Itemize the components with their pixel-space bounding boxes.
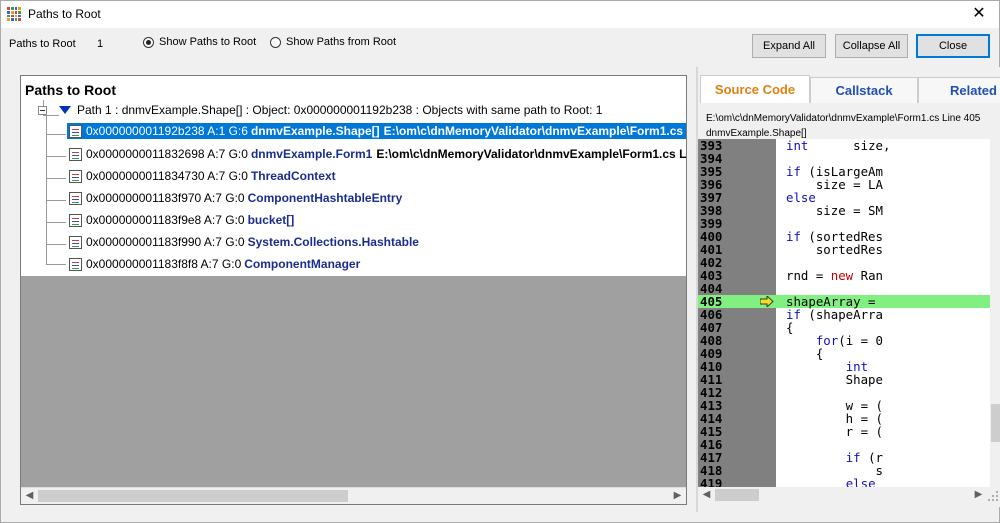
expand-all-button[interactable]: Expand All (752, 34, 826, 58)
radio-from-root-label: Show Paths from Root (286, 36, 397, 48)
scroll-left-icon[interactable]: ◀ (21, 490, 38, 501)
tree-row[interactable]: 0x0000000011832698 A:7 G:0 dnmvExample.F… (21, 144, 686, 166)
code-line: 393 int size, (698, 139, 990, 152)
code-line: 408 for(i = 0 (698, 334, 990, 347)
window-close-icon[interactable]: ✕ (969, 4, 989, 24)
radio-selected-icon (143, 36, 154, 48)
line-number: 419 (700, 476, 723, 487)
row-type: bucket[] (247, 213, 295, 227)
code-line: 396 size = LA (698, 178, 990, 191)
radio-show-paths-to-root[interactable]: Show Paths to Root (143, 36, 256, 48)
tab-callstack[interactable]: Callstack (810, 77, 918, 103)
tree-horizontal-scrollbar[interactable]: ◀ ▶ (21, 487, 686, 504)
expanded-triangle-icon (59, 106, 71, 114)
paths-tree: Path 1 : dnmvExample.Shape[] : Object: 0… (21, 100, 686, 276)
tree-row[interactable]: 0x000000001192b238 A:1 G:6 dnmvExample.S… (21, 122, 686, 144)
row-address: 0x000000001183f9e8 A:7 G:0 (86, 213, 245, 227)
code-text: rnd = new Ran (786, 268, 883, 283)
tree-path-node[interactable]: Path 1 : dnmvExample.Shape[] : Object: 0… (21, 100, 686, 122)
title-bar: Paths to Root ✕ (1, 1, 999, 28)
code-line: 403 rnd = new Ran (698, 269, 990, 282)
row-address: 0x0000000011832698 A:7 G:0 (86, 147, 248, 161)
row-file: E:\om\c\dnMemoryValidator\dnmvExample\Fo… (376, 147, 686, 161)
scrollbar-thumb[interactable] (715, 489, 759, 501)
code-text: sortedRes (786, 242, 883, 257)
paths-to-root-window: Paths to Root ✕ Paths to Root 1 Show Pat… (0, 0, 1000, 523)
object-node-icon (69, 169, 82, 183)
code-text: if (shapeArra (786, 307, 883, 322)
radio-to-root-label: Show Paths to Root (159, 36, 257, 48)
code-line: 406 if (shapeArra (698, 308, 990, 321)
row-type: ComponentManager (244, 257, 361, 271)
code-text: r = ( (786, 424, 883, 439)
row-address: 0x0000000011834730 A:7 G:0 (86, 169, 248, 183)
radio-show-paths-from-root[interactable]: Show Paths from Root (270, 36, 396, 48)
code-line: 401 sortedRes (698, 243, 990, 256)
row-type: ThreadContext (250, 169, 336, 183)
code-line: 398 size = SM (698, 204, 990, 217)
code-text: else (845, 476, 876, 487)
tree-header: Paths to Root (21, 76, 686, 100)
object-node-icon (69, 147, 82, 161)
tab-source-code[interactable]: Source Code (700, 75, 810, 103)
source-tabs: Source Code Callstack Related (698, 75, 1000, 103)
tree-row[interactable]: 0x000000001183f970 A:7 G:0 ComponentHash… (21, 188, 686, 210)
source-file-path: E:\om\c\dnMemoryValidator\dnmvExample\Fo… (706, 113, 981, 124)
object-node-icon (69, 213, 82, 227)
object-node-icon (69, 124, 82, 138)
source-type-name: dnmvExample.Shape[] (706, 128, 807, 139)
app-icon (7, 7, 21, 21)
code-line: 415 r = ( (698, 425, 990, 438)
collapse-all-button[interactable]: Collapse All (835, 34, 908, 58)
row-file: E:\om\c\dnMemoryValidator\dnmvExample\Fo… (383, 124, 686, 138)
scrollbar-thumb[interactable] (38, 490, 348, 502)
row-address: 0x000000001183f990 A:7 G:0 (86, 235, 245, 249)
paths-count-label: Paths to Root (9, 38, 76, 50)
current-line-arrow-icon (760, 296, 774, 307)
window-title: Paths to Root (28, 7, 101, 21)
code-text: Shape (786, 372, 883, 387)
code-text: int size, (786, 139, 891, 153)
paths-count-value: 1 (97, 38, 104, 50)
tab-related[interactable]: Related (918, 77, 1000, 103)
row-type: dnmvExample.Shape[] (250, 124, 380, 138)
object-node-icon (69, 191, 82, 205)
radio-unselected-icon (270, 36, 281, 48)
scrollbar-thumb[interactable] (991, 404, 1000, 442)
object-node-icon (69, 257, 82, 271)
close-button[interactable]: Close (916, 34, 990, 58)
code-line: 411 Shape (698, 373, 990, 386)
row-address: 0x000000001192b238 A:1 G:6 (86, 124, 248, 138)
row-address: 0x000000001183f8f8 A:7 G:0 (86, 257, 242, 271)
resize-grip-icon[interactable] (987, 490, 999, 502)
code-line: 419 else (698, 477, 990, 487)
paths-tree-panel: Paths to Root Path 1 : dnmvExample.Shape… (20, 75, 687, 505)
code-horizontal-scrollbar[interactable]: ◀ ▶ (698, 487, 1000, 504)
scroll-right-icon[interactable]: ▶ (669, 490, 686, 501)
object-node-icon (69, 235, 82, 249)
tree-row[interactable]: 0x000000001183f990 A:7 G:0 System.Collec… (21, 232, 686, 254)
scroll-right-icon[interactable]: ▶ (970, 489, 987, 500)
source-code-view[interactable]: 393 int size, 394 395 if (isLargeAm 396 size … (698, 139, 990, 487)
tree-row[interactable]: 0x000000001183f8f8 A:7 G:0 ComponentMana… (21, 254, 686, 276)
tree-row[interactable]: 0x0000000011834730 A:7 G:0 ThreadContext (21, 166, 686, 188)
toolbar: Paths to Root 1 Show Paths to Root Show … (1, 28, 999, 68)
row-type: dnmvExample.Form1 (250, 147, 373, 161)
scroll-left-icon[interactable]: ◀ (698, 489, 715, 500)
code-vertical-scrollbar[interactable] (990, 139, 1000, 487)
row-type: ComponentHashtableEntry (247, 191, 403, 205)
source-panel: Source Code Callstack Related E:\om\c\dn… (698, 67, 1000, 507)
tree-row[interactable]: 0x000000001183f9e8 A:7 G:0 bucket[] (21, 210, 686, 232)
row-address: 0x000000001183f970 A:7 G:0 (86, 191, 245, 205)
path-node-label: Path 1 : dnmvExample.Shape[] : Object: 0… (77, 103, 603, 117)
code-text: size = SM (786, 203, 883, 218)
row-type: System.Collections.Hashtable (247, 235, 419, 249)
